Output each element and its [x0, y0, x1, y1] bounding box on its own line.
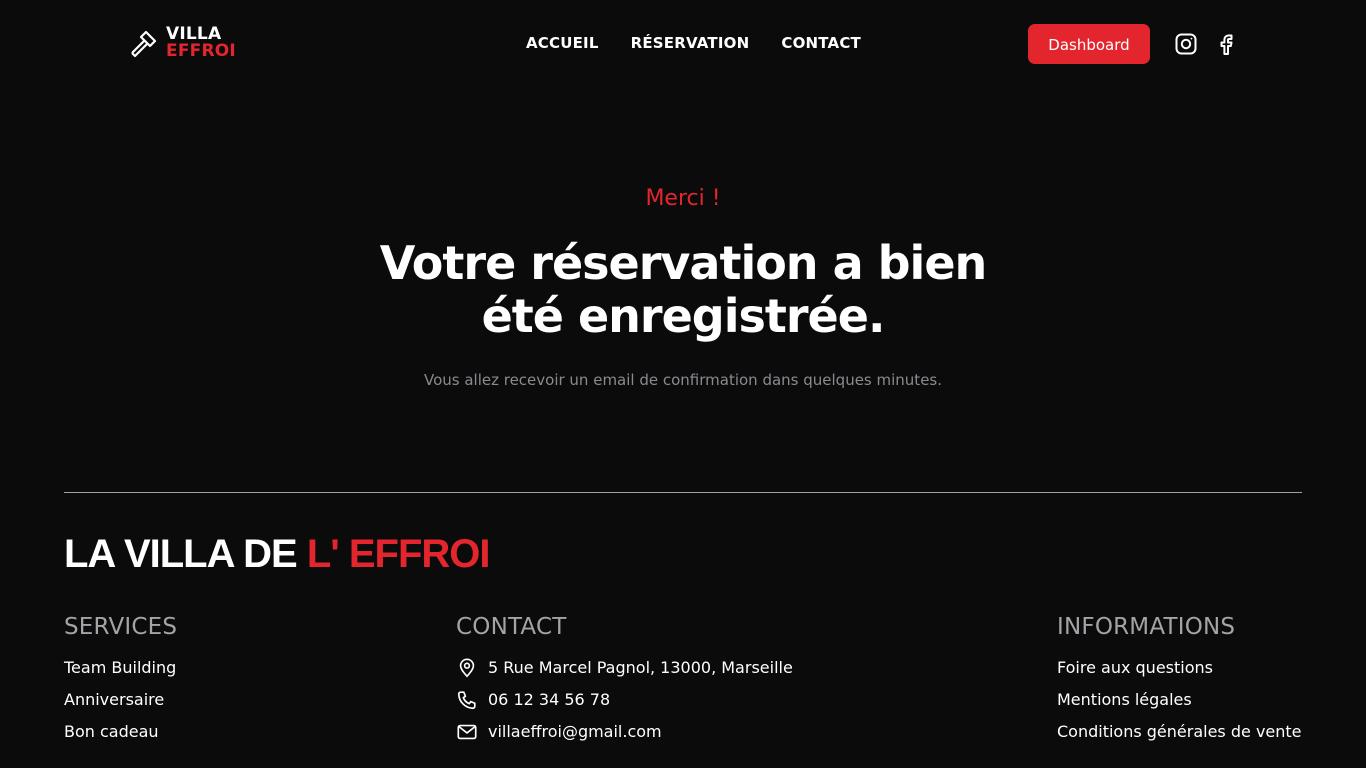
confirmation-headline: Votre réservation a bien été enregistrée… — [379, 236, 988, 343]
confirmation-subtext: Vous allez recevoir un email de confirma… — [423, 371, 943, 389]
nav-link-contact[interactable]: CONTACT — [781, 34, 861, 52]
info-link-mentions-legales[interactable]: Mentions légales — [1057, 684, 1192, 716]
logo-line-effroi: EFFROI — [166, 41, 236, 61]
contact-phone[interactable]: 06 12 34 56 78 — [488, 684, 610, 716]
footer-services: SERVICES Team Building Anniversaire Bon … — [64, 614, 177, 748]
footer-title-part1: LA VILLA DE — [64, 532, 307, 576]
informations-heading: INFORMATIONS — [1057, 614, 1236, 640]
logo-text: VILLA EFFROI — [166, 26, 236, 60]
top-nav: VILLA EFFROI ACCUEIL RÉSERVATION CONTACT… — [0, 0, 1366, 88]
axe-icon — [131, 30, 157, 58]
footer-title-part2: L' EFFROI — [306, 532, 491, 576]
services-heading: SERVICES — [64, 614, 178, 640]
contact-address: 5 Rue Marcel Pagnol, 13000, Marseille — [488, 658, 793, 677]
thanks-kicker: Merci ! — [645, 186, 721, 211]
contact-phone-row: 06 12 34 56 78 — [456, 684, 793, 716]
footer-brand-title: LA VILLA DE L' EFFROI — [64, 532, 491, 577]
list-item: Mentions légales — [1057, 684, 1302, 716]
contact-email[interactable]: villaeffroi@gmail.com — [488, 716, 662, 748]
contact-address-row: 5 Rue Marcel Pagnol, 13000, Marseille — [456, 652, 793, 684]
instagram-icon[interactable] — [1174, 32, 1198, 56]
list-item: Team Building — [64, 652, 177, 684]
main-menu: ACCUEIL RÉSERVATION CONTACT — [526, 34, 861, 52]
services-link-bon-cadeau[interactable]: Bon cadeau — [64, 716, 159, 748]
location-pin-icon — [459, 658, 475, 678]
confirmation-hero: Merci ! Votre réservation a bien été enr… — [0, 186, 1366, 389]
footer-informations: INFORMATIONS Foire aux questions Mention… — [1057, 614, 1302, 748]
services-link-anniversaire[interactable]: Anniversaire — [64, 684, 164, 716]
nav-link-reservation[interactable]: RÉSERVATION — [631, 34, 750, 52]
contact-email-row: villaeffroi@gmail.com — [456, 716, 793, 748]
nav-link-accueil[interactable]: ACCUEIL — [526, 34, 599, 52]
list-item: Anniversaire — [64, 684, 177, 716]
mail-icon — [457, 724, 477, 740]
footer-divider — [64, 492, 1302, 493]
footer-contact: CONTACT 5 Rue Marcel Pagnol, 13000, Mars… — [456, 614, 793, 748]
info-link-faq[interactable]: Foire aux questions — [1057, 652, 1213, 684]
dashboard-button[interactable]: Dashboard — [1028, 24, 1150, 64]
facebook-icon[interactable] — [1214, 32, 1238, 56]
list-item: Conditions générales de vente — [1057, 716, 1302, 748]
info-link-cgv[interactable]: Conditions générales de vente — [1057, 716, 1302, 748]
list-item: Bon cadeau — [64, 716, 177, 748]
services-link-team-building[interactable]: Team Building — [64, 652, 176, 684]
list-item: Foire aux questions — [1057, 652, 1302, 684]
contact-heading: CONTACT — [456, 614, 567, 640]
site-logo[interactable]: VILLA EFFROI — [128, 26, 236, 60]
phone-icon — [457, 691, 476, 710]
